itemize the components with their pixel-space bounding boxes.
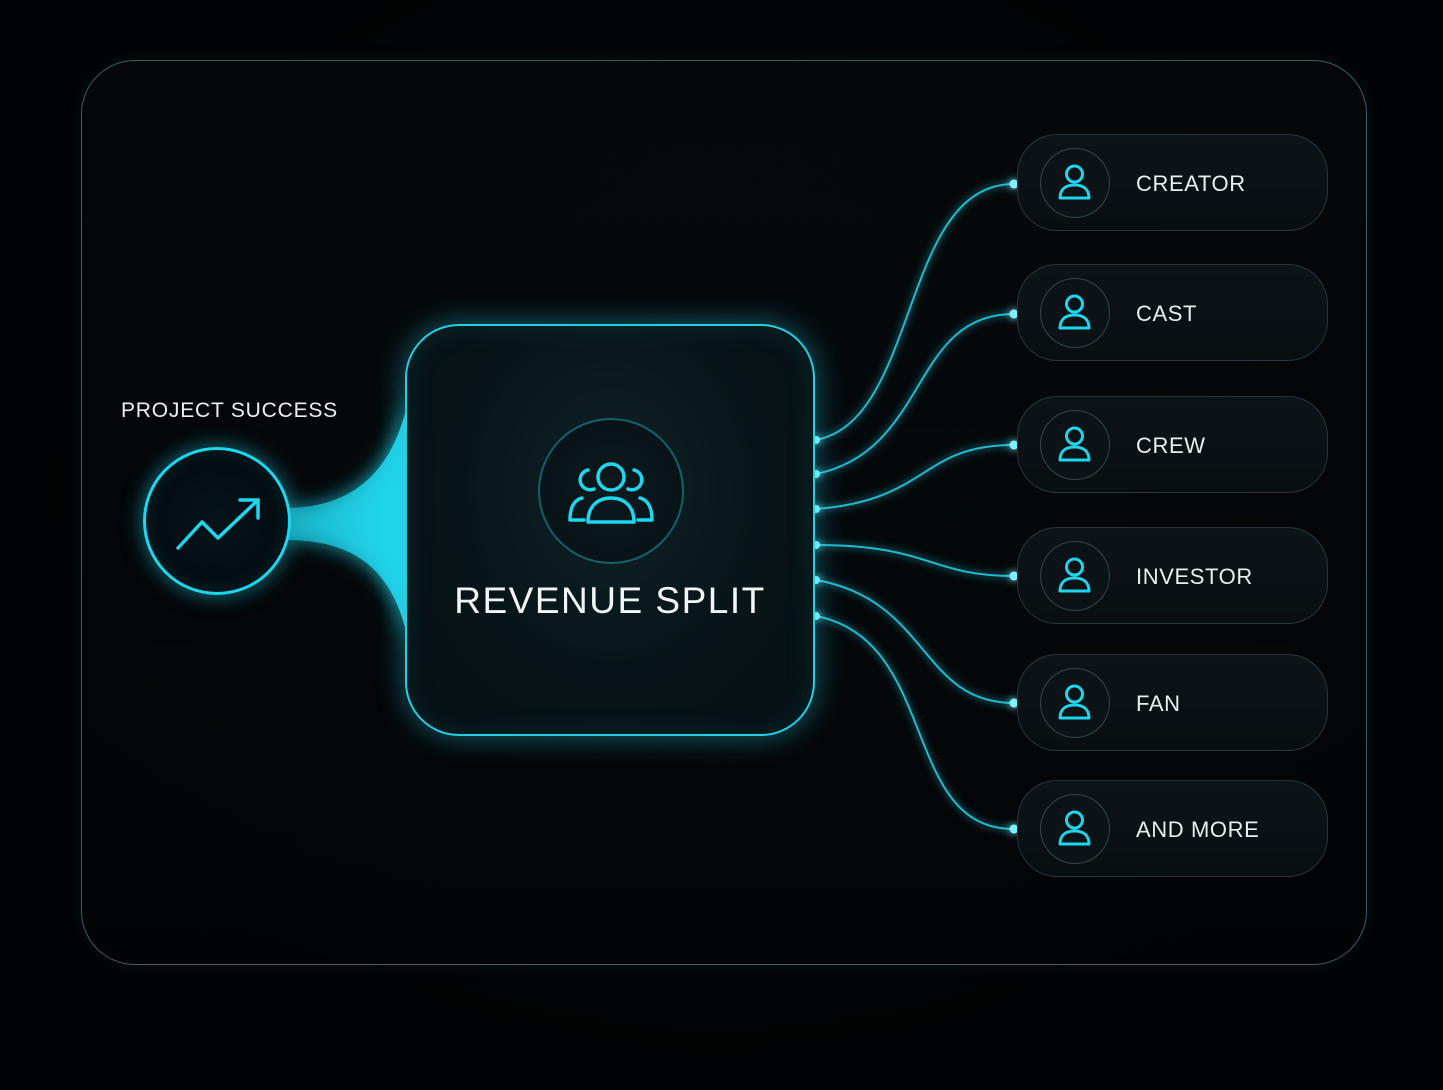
user-icon — [1058, 557, 1091, 593]
recipient-avatar — [1040, 541, 1110, 611]
user-icon — [1058, 294, 1091, 330]
recipient-label: AND MORE — [1136, 817, 1260, 842]
recipient-label: FAN — [1136, 691, 1181, 716]
user-icon — [1058, 810, 1091, 846]
recipient-card: CREW — [1017, 396, 1328, 493]
recipient-avatar — [1040, 278, 1110, 348]
connector-cast — [815, 313, 1015, 475]
recipient-card: INVESTOR — [1017, 527, 1328, 624]
recipient-avatar — [1040, 148, 1110, 218]
recipient-label: INVESTOR — [1136, 564, 1253, 589]
source-label: PROJECT SUCCESS — [121, 399, 338, 422]
recipient-label: CAST — [1136, 301, 1198, 326]
recipient-avatar — [1040, 668, 1110, 738]
recipient-label: CREATOR — [1136, 171, 1246, 196]
hub-icon-ring — [538, 418, 684, 564]
recipient-connectors — [815, 183, 1015, 830]
connector-and-more — [815, 615, 1015, 830]
trending-up-icon — [176, 498, 260, 550]
connector-investor — [815, 544, 1015, 577]
recipient-avatar — [1040, 410, 1110, 480]
recipient-card: FAN — [1017, 654, 1328, 751]
revenue-split-hub: REVENUE SPLIT — [405, 324, 815, 736]
recipient-label: CREW — [1136, 433, 1206, 458]
user-icon — [1058, 164, 1091, 200]
hub-title: REVENUE SPLIT — [454, 580, 766, 621]
source-node — [143, 447, 291, 595]
user-icon — [1058, 426, 1091, 462]
recipient-avatar — [1040, 794, 1110, 864]
recipient-card: CAST — [1017, 264, 1328, 361]
connector-crew — [815, 444, 1015, 510]
source-to-hub-funnel — [285, 390, 410, 650]
user-icon — [1058, 684, 1091, 720]
connector-fan — [815, 579, 1015, 704]
recipient-card: AND MORE — [1017, 780, 1328, 877]
users-group-icon — [568, 462, 654, 524]
recipient-card: CREATOR — [1017, 134, 1328, 231]
connector-creator — [815, 183, 1015, 441]
